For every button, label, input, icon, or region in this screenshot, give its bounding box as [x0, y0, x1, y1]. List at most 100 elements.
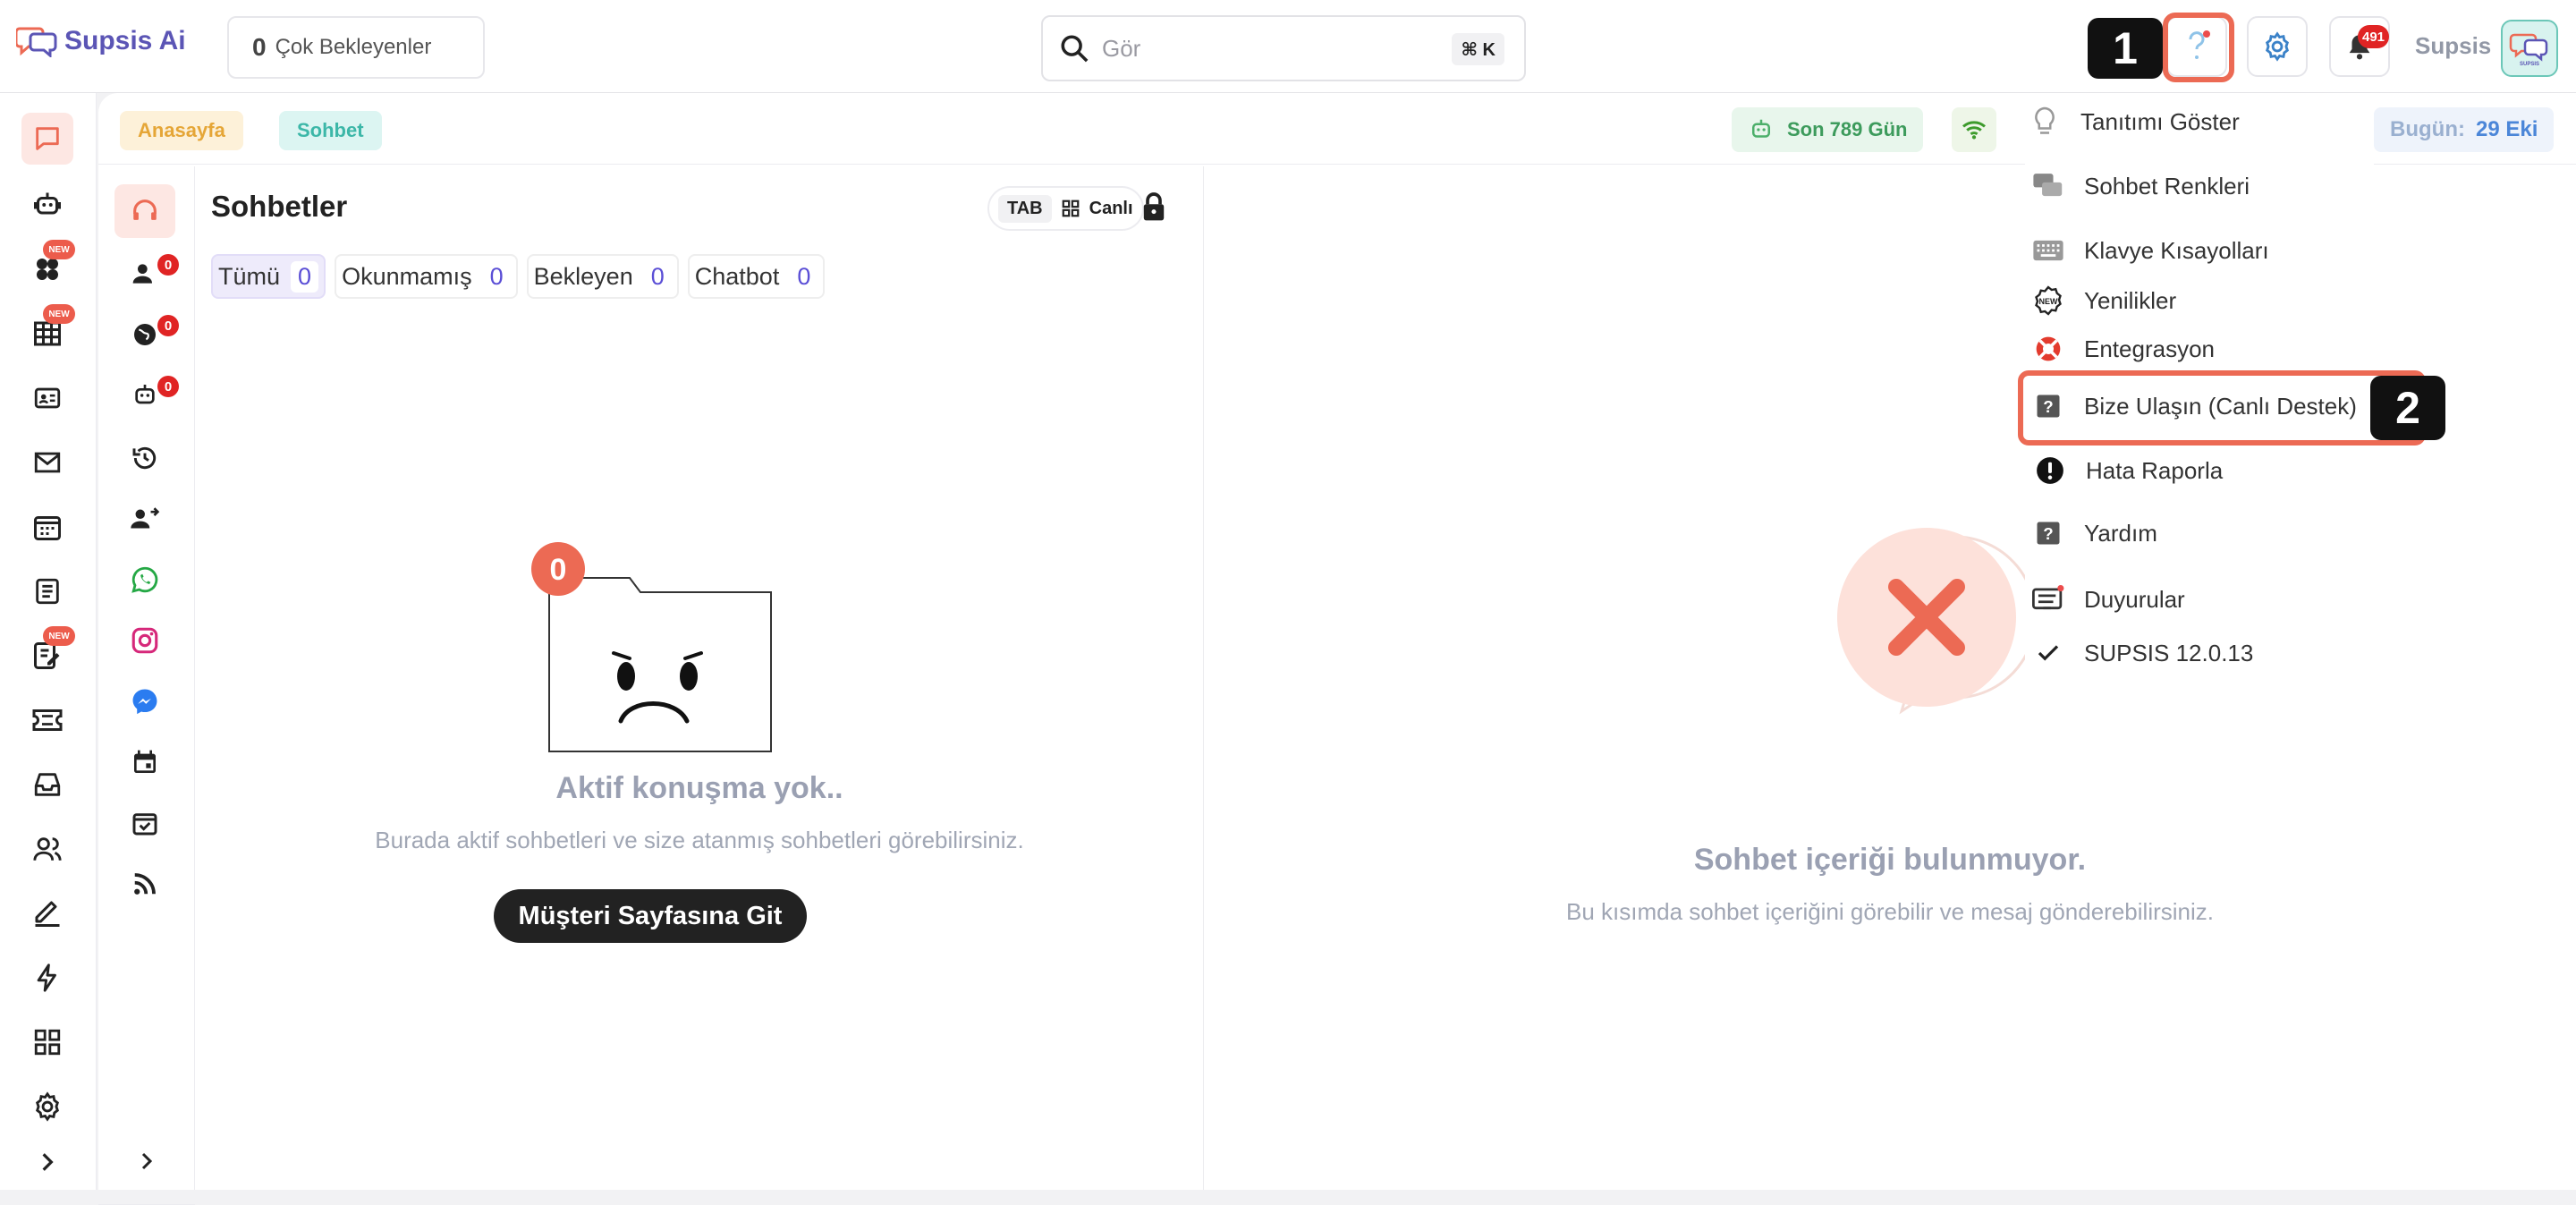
menu-item-report-bug[interactable]: Hata Raporla	[2034, 454, 2223, 487]
customer-page-button[interactable]: Müşteri Sayfasına Git	[494, 889, 807, 943]
calendar-check-icon	[132, 813, 157, 836]
view-mode-toggle[interactable]: TAB Canlı	[987, 186, 1144, 231]
filter-tab-unread[interactable]: Okunmamış 0	[335, 254, 518, 299]
new-seal-icon: NEW	[2032, 284, 2064, 317]
expand-rail-button[interactable]	[21, 1136, 73, 1188]
nav-apps[interactable]	[21, 1016, 73, 1068]
grid-icon	[1062, 199, 1079, 217]
filter-tab-label: Bekleyen	[533, 262, 633, 290]
filter-transferred[interactable]	[114, 492, 175, 546]
chevron-right-icon	[42, 1153, 54, 1171]
svg-text:?: ?	[2043, 524, 2053, 543]
filter-tab-label: Okunmamış	[342, 262, 472, 290]
nav-users[interactable]	[21, 823, 73, 875]
lock-icon	[1143, 192, 1165, 221]
new-badge: NEW	[43, 240, 75, 259]
highlight-ring-help	[2163, 13, 2234, 82]
breadcrumb-current[interactable]: Sohbet	[279, 111, 382, 150]
contact-card-icon	[34, 387, 61, 409]
connection-status[interactable]	[1952, 107, 1996, 152]
nav-notes[interactable]	[21, 565, 73, 617]
nav-calendar[interactable]	[21, 501, 73, 553]
filter-instagram[interactable]	[114, 614, 175, 667]
inbox-icon	[34, 773, 61, 796]
live-label: Canlı	[1089, 198, 1133, 218]
filter-assigned[interactable]: 0	[114, 247, 179, 301]
nav-chatbot[interactable]	[21, 179, 73, 231]
settings-button[interactable]	[2247, 16, 2308, 77]
usage-days-label: Son 789 Gün	[1787, 118, 1908, 140]
highlight-ring-live-support	[2018, 370, 2426, 446]
filter-tab-chatbot[interactable]: Chatbot 0	[687, 254, 826, 299]
filter-tab-count: 0	[643, 260, 672, 293]
menu-item-integration[interactable]: Entegrasyon	[2032, 333, 2215, 365]
avatar[interactable]: SUPSIS	[2501, 20, 2558, 77]
nav-chat[interactable]	[21, 113, 73, 165]
menu-item-label: Yenilikler	[2084, 286, 2177, 314]
filter-tab-all[interactable]: Tümü 0	[211, 254, 326, 299]
nav-settings[interactable]	[21, 1081, 73, 1133]
history-icon	[132, 446, 157, 470]
filter-scheduled[interactable]	[114, 735, 175, 789]
messenger-icon	[132, 689, 157, 715]
filter-bot[interactable]: 0	[114, 369, 179, 422]
nav-automations[interactable]	[21, 952, 73, 1004]
whatsapp-icon	[131, 566, 158, 593]
mail-icon	[34, 452, 61, 473]
app-logo[interactable]: Supsis Ai	[16, 25, 186, 57]
menu-item-announcements[interactable]: Duyurular	[2032, 583, 2185, 615]
filter-tab-waiting[interactable]: Bekleyen 0	[526, 254, 679, 299]
filter-history[interactable]	[114, 431, 175, 485]
expand-subrail-button[interactable]	[129, 1143, 165, 1179]
nav-email[interactable]	[21, 437, 73, 488]
question-square-icon: ?	[2032, 517, 2064, 549]
instagram-icon	[131, 627, 158, 654]
filter-web[interactable]: 0	[114, 308, 179, 361]
search-input[interactable]: Gör ⌘ K	[1041, 15, 1526, 81]
wifi-icon	[1962, 121, 1986, 140]
filter-messenger[interactable]	[114, 675, 175, 728]
document-list-icon	[36, 578, 59, 605]
nav-tickets[interactable]	[21, 694, 73, 746]
empty-chats-subtitle: Burada aktif sohbetleri ve size atanmış …	[375, 827, 1024, 853]
chat-list-panel: Sohbetler TAB Canlı Tümü 0 Okunmamış 0 B…	[195, 166, 1204, 1190]
gear-icon	[36, 1091, 59, 1122]
usage-days-badge[interactable]: Son 789 Gün	[1732, 107, 1924, 152]
robot-icon	[1752, 119, 1770, 138]
menu-item-help[interactable]: ? Yardım	[2032, 517, 2157, 549]
nav-contacts[interactable]	[21, 372, 73, 424]
filter-whatsapp[interactable]	[114, 553, 175, 607]
menu-item-label: Tanıtımı Göster	[2080, 107, 2240, 135]
empty-folder-illustration: 0	[531, 542, 772, 752]
breadcrumb-home[interactable]: Anasayfa	[120, 111, 243, 150]
nav-signature[interactable]	[21, 887, 73, 939]
today-value: 29 Eki	[2475, 117, 2538, 141]
calendar-icon	[134, 750, 156, 773]
lock-button[interactable]	[1141, 191, 1166, 226]
menu-item-label: Klavye Kısayolları	[2084, 236, 2269, 264]
menu-item-label: Yardım	[2084, 519, 2157, 547]
menu-item-chat-colors[interactable]: Sohbet Renkleri	[2032, 170, 2250, 202]
robot-icon	[135, 385, 155, 404]
filter-tab-count: 0	[790, 260, 818, 293]
menu-item-keyboard-shortcuts[interactable]: Klavye Kısayolları	[2032, 234, 2269, 267]
nav-inbox[interactable]	[21, 759, 73, 810]
alert-icon	[2034, 454, 2066, 487]
menu-item-label: Duyurular	[2084, 585, 2185, 613]
menu-item-whats-new[interactable]: NEW Yenilikler	[2032, 284, 2176, 317]
user-name[interactable]: Supsis	[2415, 32, 2491, 60]
menu-item-version[interactable]: SUPSIS 12.0.13	[2032, 637, 2253, 669]
filter-feed[interactable]	[114, 857, 175, 911]
logo-icon	[16, 27, 57, 57]
today-label: Bugün:	[2390, 117, 2465, 141]
filter-completed[interactable]	[114, 796, 175, 850]
menu-item-show-tour[interactable]: Tanıtımı Göster	[2029, 106, 2240, 138]
pending-label: Çok Bekleyenler	[275, 35, 432, 59]
new-badge: NEW	[43, 304, 75, 324]
gear-icon	[2266, 31, 2289, 62]
filter-live-support[interactable]	[114, 184, 175, 238]
chat-bubbles-icon	[2032, 170, 2064, 202]
no-chat-illustration	[1837, 528, 2038, 715]
lifebuoy-icon	[2032, 333, 2064, 365]
pending-chats-button[interactable]: 0 Çok Bekleyenler	[227, 16, 485, 79]
